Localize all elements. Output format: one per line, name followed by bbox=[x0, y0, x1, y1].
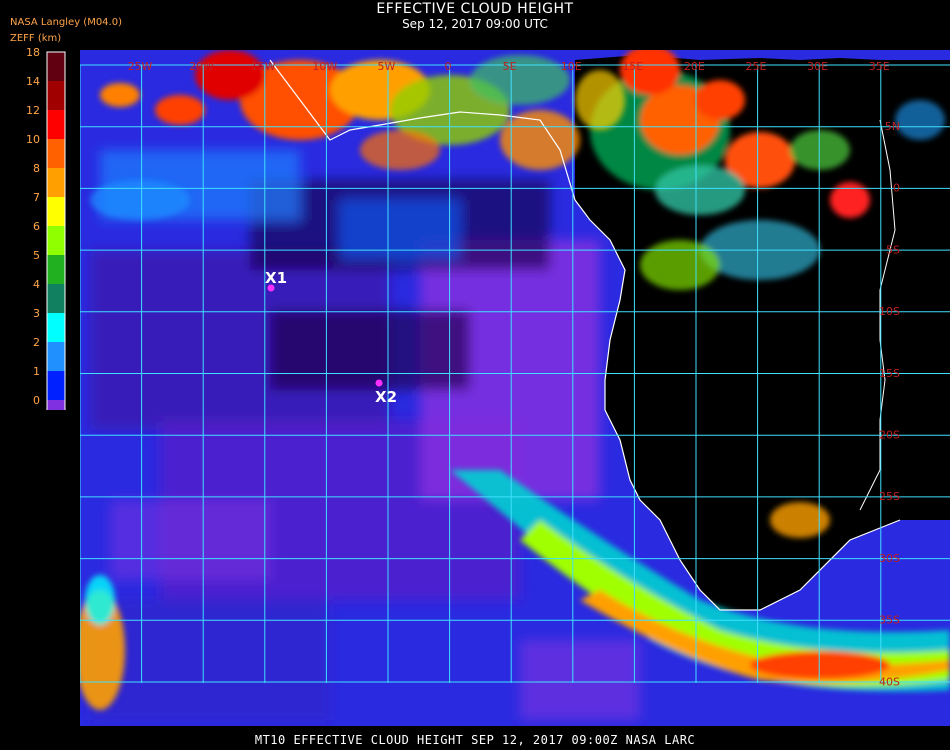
product-footer: MT10 EFFECTIVE CLOUD HEIGHT SEP 12, 2017… bbox=[254, 733, 696, 747]
latitude-label: 10S bbox=[879, 305, 900, 318]
latitude-label: 5S bbox=[886, 243, 900, 256]
longitude-label: 30E bbox=[807, 60, 828, 73]
longitude-label: 20E bbox=[684, 60, 705, 73]
longitude-label: 25W bbox=[128, 60, 153, 73]
latitude-label: 25S bbox=[879, 490, 900, 503]
longitude-label: 5E bbox=[503, 60, 517, 73]
site-marker-label: X2 bbox=[375, 388, 397, 406]
latitude-label: 20S bbox=[879, 429, 900, 442]
longitude-label: 10E bbox=[561, 60, 582, 73]
longitude-label: 35E bbox=[869, 60, 890, 73]
longitude-label: 5W bbox=[377, 60, 395, 73]
site-marker-label: X1 bbox=[265, 269, 287, 287]
longitude-label: 0 bbox=[445, 60, 452, 73]
latitude-label: 0 bbox=[893, 182, 900, 195]
latitude-label: 5N bbox=[885, 120, 900, 133]
latitude-label: 15S bbox=[879, 367, 900, 380]
cloud-height-map: 25W 20W 15W 10W 5W 0 5E 10E 15E 20E 25E 30E 35E 5N 0 5S… bbox=[80, 50, 950, 726]
latitude-label: 35S bbox=[879, 614, 900, 627]
latitude-label: 40S bbox=[879, 675, 900, 688]
site-marker-dot bbox=[375, 379, 383, 387]
longitude-label: 25E bbox=[746, 60, 767, 73]
longitude-label: 15E bbox=[622, 60, 643, 73]
longitude-label: 20W bbox=[189, 60, 214, 73]
latitude-label: 30S bbox=[879, 552, 900, 565]
longitude-label: 10W bbox=[312, 60, 337, 73]
longitude-label: 15W bbox=[251, 60, 276, 73]
